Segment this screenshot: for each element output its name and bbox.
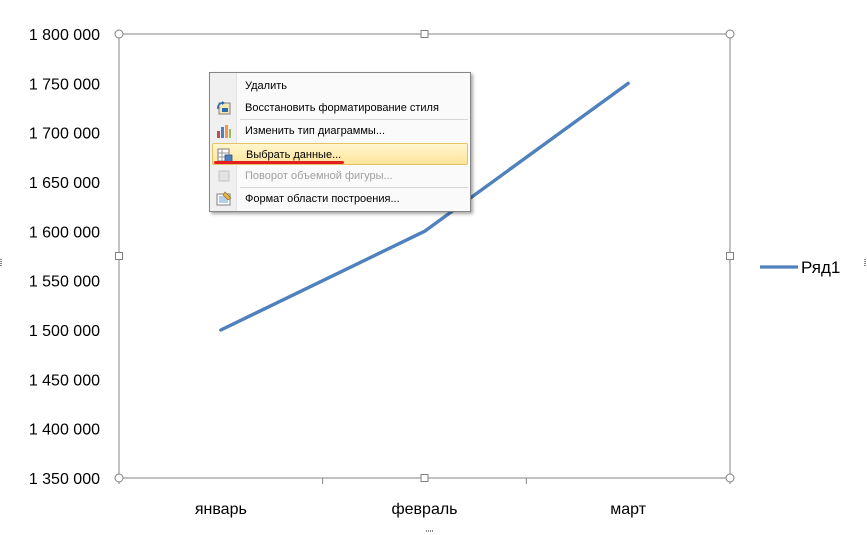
x-tick-label: март (610, 501, 646, 518)
legend-label-ryad1: Ряд1 (801, 258, 840, 277)
corner-resize-handle[interactable] (114, 29, 124, 39)
chart-edge-handle-left[interactable] (0, 259, 2, 267)
menu-item-3d-rotation[interactable]: Поворот объемной фигуры... (212, 165, 468, 187)
y-tick-label: 1 650 000 (29, 175, 100, 192)
context-menu: Удалить Восстановить форматирование стил… (209, 72, 471, 212)
menu-item-label: Удалить (245, 80, 287, 92)
y-tick-label: 1 350 000 (29, 471, 100, 488)
highlight-underline (214, 161, 344, 164)
menu-item-delete[interactable]: Удалить (212, 75, 468, 97)
y-tick-label: 1 600 000 (29, 224, 100, 241)
chart-type-icon (216, 123, 232, 139)
3d-rotation-icon (216, 168, 232, 184)
y-tick-label: 1 550 000 (29, 274, 100, 291)
menu-item-reset-style[interactable]: Восстановить форматирование стиля (212, 97, 468, 119)
delete-icon (216, 78, 232, 94)
y-tick-label: 1 500 000 (29, 323, 100, 340)
chart-stage: 1 350 000 1 400 000 1 450 000 1 500 000 1 55… (0, 0, 867, 535)
y-tick-label: 1 400 000 (29, 422, 100, 439)
y-tick-label: 1 700 000 (29, 126, 100, 143)
side-resize-handle[interactable] (420, 30, 429, 38)
menu-item-label: Формат области построения... (245, 193, 400, 205)
x-tick-label: февраль (391, 501, 457, 518)
format-plot-area-icon (216, 191, 232, 207)
legend[interactable]: Ряд1 (760, 258, 840, 277)
corner-resize-handle[interactable] (725, 473, 735, 483)
chart-edge-handle-right[interactable] (864, 259, 866, 267)
menu-item-label: Восстановить форматирование стиля (245, 102, 439, 114)
side-resize-handle[interactable] (115, 252, 123, 260)
y-tick-label: 1 450 000 (29, 372, 100, 389)
menu-item-label: Поворот объемной фигуры... (245, 170, 393, 182)
menu-item-label: Выбрать данные... (246, 149, 342, 161)
menu-item-change-chart-type[interactable]: Изменить тип диаграммы... (212, 120, 468, 142)
reset-style-icon (216, 100, 232, 116)
corner-resize-handle[interactable] (725, 29, 735, 39)
chart-edge-handle-bottom[interactable] (426, 530, 434, 532)
menu-item-format-plot-area[interactable]: Формат области построения... (212, 188, 468, 210)
y-tick-label: 1 800 000 (29, 27, 100, 44)
menu-item-label: Изменить тип диаграммы... (245, 125, 385, 137)
x-axis: январь февраль март (118, 478, 731, 518)
y-axis: 1 350 000 1 400 000 1 450 000 1 500 000 1 55… (29, 27, 100, 488)
side-resize-handle[interactable] (420, 474, 429, 482)
x-tick-label: январь (195, 501, 247, 518)
side-resize-handle[interactable] (726, 252, 734, 260)
corner-resize-handle[interactable] (114, 473, 124, 483)
y-tick-label: 1 750 000 (29, 76, 100, 93)
